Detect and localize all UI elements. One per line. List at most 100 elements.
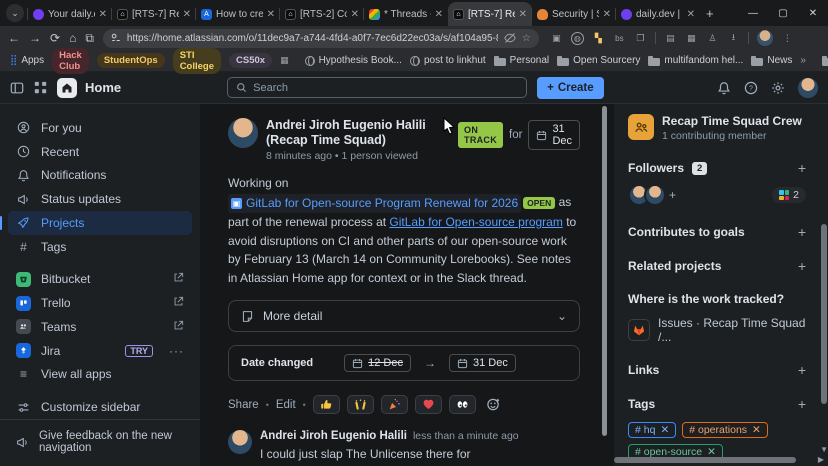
commenter-avatar[interactable] — [228, 430, 252, 454]
remove-tag-icon[interactable]: ✕ — [660, 424, 669, 436]
tag-operations[interactable]: # operations✕ — [682, 422, 768, 438]
help-icon[interactable]: ? — [744, 81, 758, 95]
browser-tab[interactable]: ⌂[RTS-7] Reca✕ — [112, 2, 196, 26]
bookmark-folder[interactable]: Open Sourcery — [557, 55, 640, 66]
remove-tag-icon[interactable]: ✕ — [752, 424, 761, 436]
bookmark-folder[interactable]: multifandom hel... — [648, 55, 743, 66]
back-icon[interactable]: ← — [8, 32, 20, 44]
add-related-project-icon[interactable]: + — [798, 258, 806, 274]
follower-avatar[interactable] — [644, 184, 666, 206]
split-view-icon[interactable]: ⧉ — [85, 32, 94, 44]
close-tab-icon[interactable]: ✕ — [687, 9, 695, 20]
sidebar-item-bitbucket[interactable]: Bitbucket — [8, 268, 192, 292]
forward-icon[interactable]: → — [29, 32, 41, 44]
eyes-reaction[interactable] — [449, 395, 476, 414]
add-link-icon[interactable]: + — [798, 362, 806, 378]
extension-icon[interactable]: ▣ — [550, 32, 563, 45]
bookmarks-overflow-icon[interactable]: » — [800, 55, 806, 66]
author-name[interactable]: Andrei Jiroh Eugenio Halili (Recap Time … — [266, 118, 450, 148]
slack-followers-chip[interactable]: 2 — [772, 187, 806, 203]
team-row[interactable]: Recap Time Squad Crew 1 contributing mem… — [628, 114, 806, 142]
close-window-button[interactable]: ✕ — [798, 8, 828, 19]
close-tab-icon[interactable]: ✕ — [435, 9, 443, 20]
sidebar-item-for-you[interactable]: For you — [8, 116, 192, 140]
sidebar-item-tags[interactable]: #Tags — [8, 235, 192, 259]
tracked-item[interactable]: Issues · Recap Time Squad /... — [628, 316, 806, 344]
reading-list-icon[interactable]: ▤ — [664, 32, 677, 45]
add-follower-icon[interactable]: + — [798, 160, 806, 176]
edit-button[interactable]: Edit — [276, 399, 296, 411]
author-avatar[interactable] — [228, 118, 258, 148]
close-tab-icon[interactable]: ✕ — [99, 9, 107, 20]
hidden-password-icon[interactable] — [504, 32, 516, 44]
scroll-down-arrow-icon[interactable]: ▼ — [820, 445, 828, 454]
apps-shortcut[interactable]: ⣿Apps — [10, 55, 44, 66]
add-goal-icon[interactable]: + — [798, 224, 806, 240]
sidebar-item-teams[interactable]: Teams — [8, 315, 192, 339]
sidebar-footer[interactable]: Give feedback on the new navigation — [0, 419, 200, 466]
home-icon[interactable]: ⌂ — [69, 32, 76, 44]
raised-hands-reaction[interactable] — [347, 395, 374, 414]
password-manager-icon[interactable]: ◍ — [571, 32, 584, 45]
more-detail-card[interactable]: More detail ⌄ — [228, 300, 580, 332]
profile-shortcut-icon[interactable]: ♙ — [706, 32, 719, 45]
bookmark-folder[interactable]: Personal — [494, 55, 549, 66]
close-tab-icon[interactable]: ✕ — [267, 9, 275, 20]
download-icon[interactable]: ⭳ — [727, 32, 740, 45]
party-popper-reaction[interactable] — [381, 395, 408, 414]
commenter-name[interactable]: Andrei Jiroh Eugenio Halili — [260, 430, 407, 442]
thumbs-up-reaction[interactable] — [313, 395, 340, 414]
new-tab-button[interactable]: + — [706, 6, 714, 21]
app-switcher-icon[interactable] — [34, 81, 47, 94]
team-name[interactable]: Recap Time Squad Crew — [662, 114, 802, 129]
right-panel-vertical-scrollbar[interactable] — [821, 224, 827, 404]
url-text[interactable]: https://home.atlassian.com/o/11dec9a7-a7… — [127, 33, 498, 44]
add-reaction-icon[interactable] — [486, 397, 501, 412]
tab-group-hack-club[interactable]: Hack Club — [52, 48, 89, 74]
bookmark-star-icon[interactable]: ☆ — [522, 33, 531, 44]
settings-gear-icon[interactable] — [771, 81, 785, 95]
notifications-bell-icon[interactable] — [717, 81, 731, 95]
close-tab-icon[interactable]: ✕ — [351, 9, 359, 20]
collapse-sidebar-icon[interactable] — [10, 81, 24, 95]
browser-menu-icon[interactable]: ⋮ — [781, 32, 794, 45]
sidebar-item-view-all-apps[interactable]: ≡View all apps — [8, 362, 192, 386]
browser-tab[interactable]: daily.dev |✕ — [616, 2, 700, 26]
sidebar-item-recent[interactable]: Recent — [8, 140, 192, 164]
bookmark-folder[interactable]: News — [751, 55, 792, 66]
sidebar-item-notifications[interactable]: Notifications — [8, 163, 192, 187]
extensions-puzzle-icon[interactable]: ❒ — [634, 32, 647, 45]
main-scrollbar[interactable] — [602, 106, 607, 436]
heart-reaction[interactable] — [415, 395, 442, 414]
add-follower-icon[interactable]: + — [669, 188, 676, 202]
site-settings-icon[interactable] — [111, 33, 121, 43]
add-tag-icon[interactable]: + — [798, 396, 806, 412]
browser-tab[interactable]: Your daily.d✕ — [28, 2, 112, 26]
address-bar[interactable]: https://home.atlassian.com/o/11dec9a7-a7… — [103, 29, 539, 48]
scroll-right-arrow-icon[interactable]: ▶ — [818, 455, 824, 464]
bookmark-item[interactable]: post to linkhut — [410, 55, 486, 66]
share-button[interactable]: Share — [228, 399, 259, 411]
extension-icon[interactable]: bs — [613, 32, 626, 45]
browser-tab[interactable]: ⌂[RTS-2] Con✕ — [280, 2, 364, 26]
close-tab-icon[interactable]: ✕ — [519, 9, 527, 20]
program-link[interactable]: GitLab for Open-source program — [389, 215, 562, 229]
browser-tab[interactable]: * Threads -✕ — [364, 2, 448, 26]
create-button[interactable]: +Create — [537, 77, 604, 99]
close-tab-icon[interactable]: ✕ — [603, 9, 611, 20]
browser-profile-avatar[interactable] — [757, 30, 773, 46]
tab-groups-grid-icon[interactable]: ▦ — [280, 54, 289, 67]
issue-link-chip[interactable]: ▣GitLab for Open-source Program Renewal … — [228, 194, 521, 213]
reload-icon[interactable]: ⟳ — [50, 32, 60, 44]
tab-group-studentops[interactable]: StudentOps — [97, 53, 165, 68]
browser-tab[interactable]: Security | S✕ — [532, 2, 616, 26]
sidebar-item-status-updates[interactable]: Status updates — [8, 187, 192, 211]
bookmark-item[interactable]: Hypothesis Book... — [305, 55, 402, 66]
browser-tab[interactable]: AHow to crea✕ — [196, 2, 280, 26]
home-product-logo[interactable] — [57, 78, 77, 98]
status-badge[interactable]: ON TRACK — [458, 122, 503, 148]
target-date-chip[interactable]: 31 Dec — [528, 120, 580, 150]
maximize-button[interactable]: ▢ — [768, 8, 798, 19]
close-tab-icon[interactable]: ✕ — [183, 9, 191, 20]
search-box[interactable] — [227, 77, 527, 98]
